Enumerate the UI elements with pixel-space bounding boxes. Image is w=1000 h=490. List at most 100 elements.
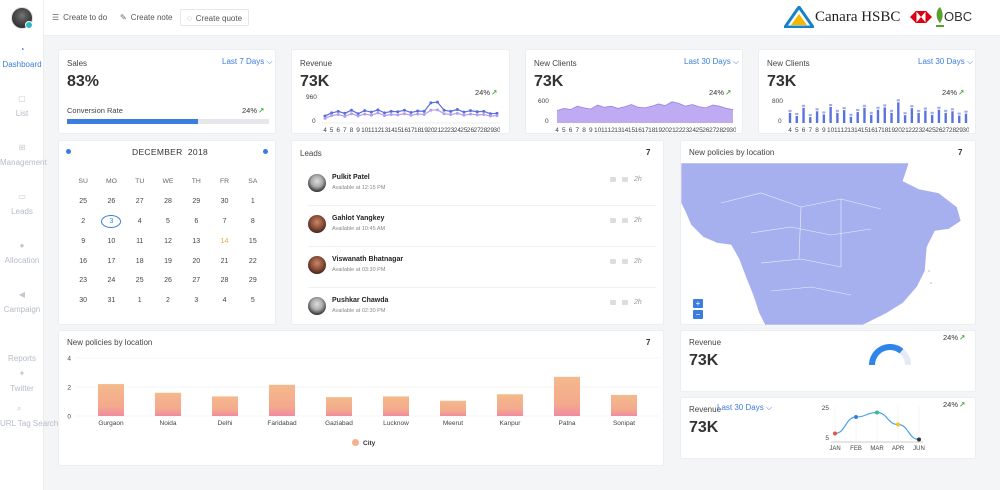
calendar-day[interactable]: 1 [126,297,154,304]
sidebar-item-reports[interactable]: Reports [0,339,44,363]
calendar-day[interactable]: 9 [69,238,97,245]
next-month-button[interactable] [263,149,268,154]
range-dropdown[interactable]: Last 30 Days ⌵ [717,403,772,413]
data-point[interactable] [475,113,479,117]
data-point[interactable] [462,110,466,114]
data-point[interactable] [343,111,347,115]
sidebar-item-management[interactable]: ⊞ Management [0,143,47,167]
bar[interactable] [98,384,124,416]
calendar-day[interactable]: 31 [97,297,125,304]
bar[interactable] [795,115,798,123]
calendar-day[interactable]: 4 [126,218,154,225]
data-point[interactable] [389,112,393,116]
calendar-day[interactable]: 30 [69,297,97,304]
data-point[interactable] [488,114,492,118]
data-point[interactable] [383,114,387,118]
bar[interactable] [924,110,927,123]
list-item[interactable]: Viswanath Bhatnagar Available at 03:30 P… [308,254,656,288]
range-dropdown[interactable]: Last 30 Days ⌵ [918,57,973,67]
data-point[interactable] [396,113,400,117]
bar[interactable] [788,112,792,123]
data-point[interactable] [896,422,900,427]
data-point[interactable] [349,108,353,112]
bar[interactable] [269,384,295,416]
zoom-in-button[interactable]: + [693,299,703,308]
data-point[interactable] [449,109,453,113]
calendar-day[interactable]: 30 [210,198,238,205]
data-point[interactable] [363,109,367,113]
calendar-day[interactable]: 20 [182,258,210,265]
bar[interactable] [883,107,886,123]
data-point[interactable] [482,109,486,113]
create-note-button[interactable]: ✎ Create note [114,9,179,26]
sidebar-item-list[interactable]: ▢ List [0,94,44,118]
calendar-day[interactable]: 23 [69,277,97,284]
bar[interactable] [897,102,900,123]
data-point[interactable] [336,109,340,113]
data-point[interactable] [449,112,453,116]
sidebar-item-allocation[interactable]: ● Allocation [0,241,44,265]
data-point[interactable] [323,116,327,120]
data-point[interactable] [435,108,439,112]
calendar-day[interactable]: 3 [97,214,125,228]
calendar-day[interactable]: 7 [210,218,238,225]
range-dropdown[interactable]: Last 30 Days ⌵ [684,57,739,67]
create-quote-button[interactable]: ◌ Create quote [180,9,250,26]
print-icon[interactable] [622,300,628,305]
bar[interactable] [802,107,805,123]
sidebar-item-campaign[interactable]: ◀ Campaign [0,290,44,314]
bar[interactable] [930,114,934,123]
list-item[interactable]: Pushkar Chawda Available at 02:30 PM 2h [308,295,656,329]
data-point[interactable] [396,110,400,114]
bar[interactable] [829,107,832,123]
zoom-out-button[interactable]: − [693,310,703,319]
data-point[interactable] [475,110,479,114]
sidebar-item-dashboard[interactable]: ◔ Dashboard [0,45,44,69]
list-item[interactable]: Gahlot Yangkey Available at 10:45 AM 2h [308,213,656,247]
prev-month-button[interactable] [66,149,71,154]
calendar-day[interactable]: 2 [154,297,182,304]
bar[interactable] [903,115,907,123]
calendar-day[interactable]: 24 [97,277,125,284]
calendar-day[interactable]: 21 [210,258,238,265]
calendar-day[interactable]: 16 [69,258,97,265]
data-point[interactable] [363,112,367,116]
calendar-day[interactable]: 29 [239,277,267,284]
data-point[interactable] [833,431,837,436]
chart-legend[interactable]: City [352,439,375,447]
data-point[interactable] [422,109,426,113]
message-icon[interactable] [610,177,616,182]
bar[interactable] [890,112,893,123]
data-point[interactable] [336,112,340,116]
bar[interactable] [917,112,920,123]
print-icon[interactable] [622,259,628,264]
bar[interactable] [856,112,859,123]
calendar-day[interactable]: 5 [154,218,182,225]
calendar-day[interactable]: 5 [239,297,267,304]
data-point[interactable] [495,114,499,118]
bar[interactable] [951,111,954,123]
data-point[interactable] [435,100,439,104]
data-point[interactable] [416,112,420,116]
data-point[interactable] [854,415,858,419]
bar[interactable] [863,107,866,123]
calendar-day[interactable]: 29 [182,198,210,205]
calendar-day[interactable]: 22 [239,258,267,265]
data-point[interactable] [469,112,473,116]
calendar-day[interactable]: 12 [154,238,182,245]
sidebar-item-leads[interactable]: ▭ Leads [0,192,44,216]
bar[interactable] [326,397,352,416]
calendar-day[interactable]: 6 [182,218,210,225]
data-point[interactable] [343,114,347,118]
bar[interactable] [870,114,873,123]
calendar-day[interactable]: 8 [239,218,267,225]
data-point[interactable] [389,109,393,113]
bar[interactable] [876,109,880,123]
calendar-day[interactable]: 10 [97,238,125,245]
calendar-day[interactable]: 15 [239,238,267,245]
data-point[interactable] [416,109,420,113]
data-point[interactable] [369,110,373,114]
sidebar-item-twitter[interactable]: ✦ Twitter [0,369,44,393]
data-point[interactable] [482,112,486,116]
calendar-day[interactable]: 28 [210,277,238,284]
